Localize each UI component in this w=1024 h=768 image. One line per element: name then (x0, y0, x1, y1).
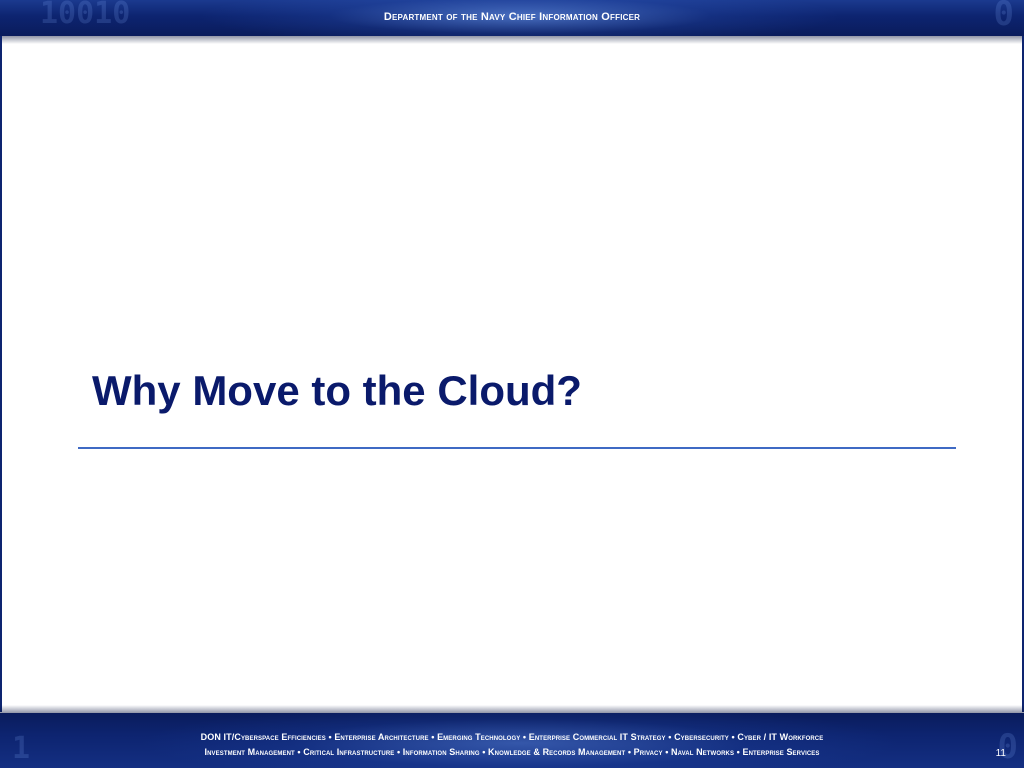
footer-line-1: DON IT/Cyberspace Efficiencies • Enterpr… (200, 732, 824, 742)
footer-line-2: Investment Management • Critical Infrast… (204, 747, 820, 757)
header-banner: 10010 0 Department of the Navy Chief Inf… (0, 0, 1024, 36)
footer-shadow (0, 705, 1024, 713)
footer-banner: 1 0 DON IT/Cyberspace Efficiencies • Ent… (0, 713, 1024, 768)
header-title: Department of the Navy Chief Information… (383, 11, 641, 23)
slide-title: Why Move to the Cloud? (92, 367, 582, 414)
footer-topics: DON IT/Cyberspace Efficiencies • Enterpr… (0, 730, 1024, 760)
title-underline (78, 447, 956, 449)
header-shadow (0, 36, 1024, 44)
page-number: 11 (995, 748, 1006, 759)
left-border (0, 36, 2, 712)
slide: 10010 0 Department of the Navy Chief Inf… (0, 0, 1024, 768)
